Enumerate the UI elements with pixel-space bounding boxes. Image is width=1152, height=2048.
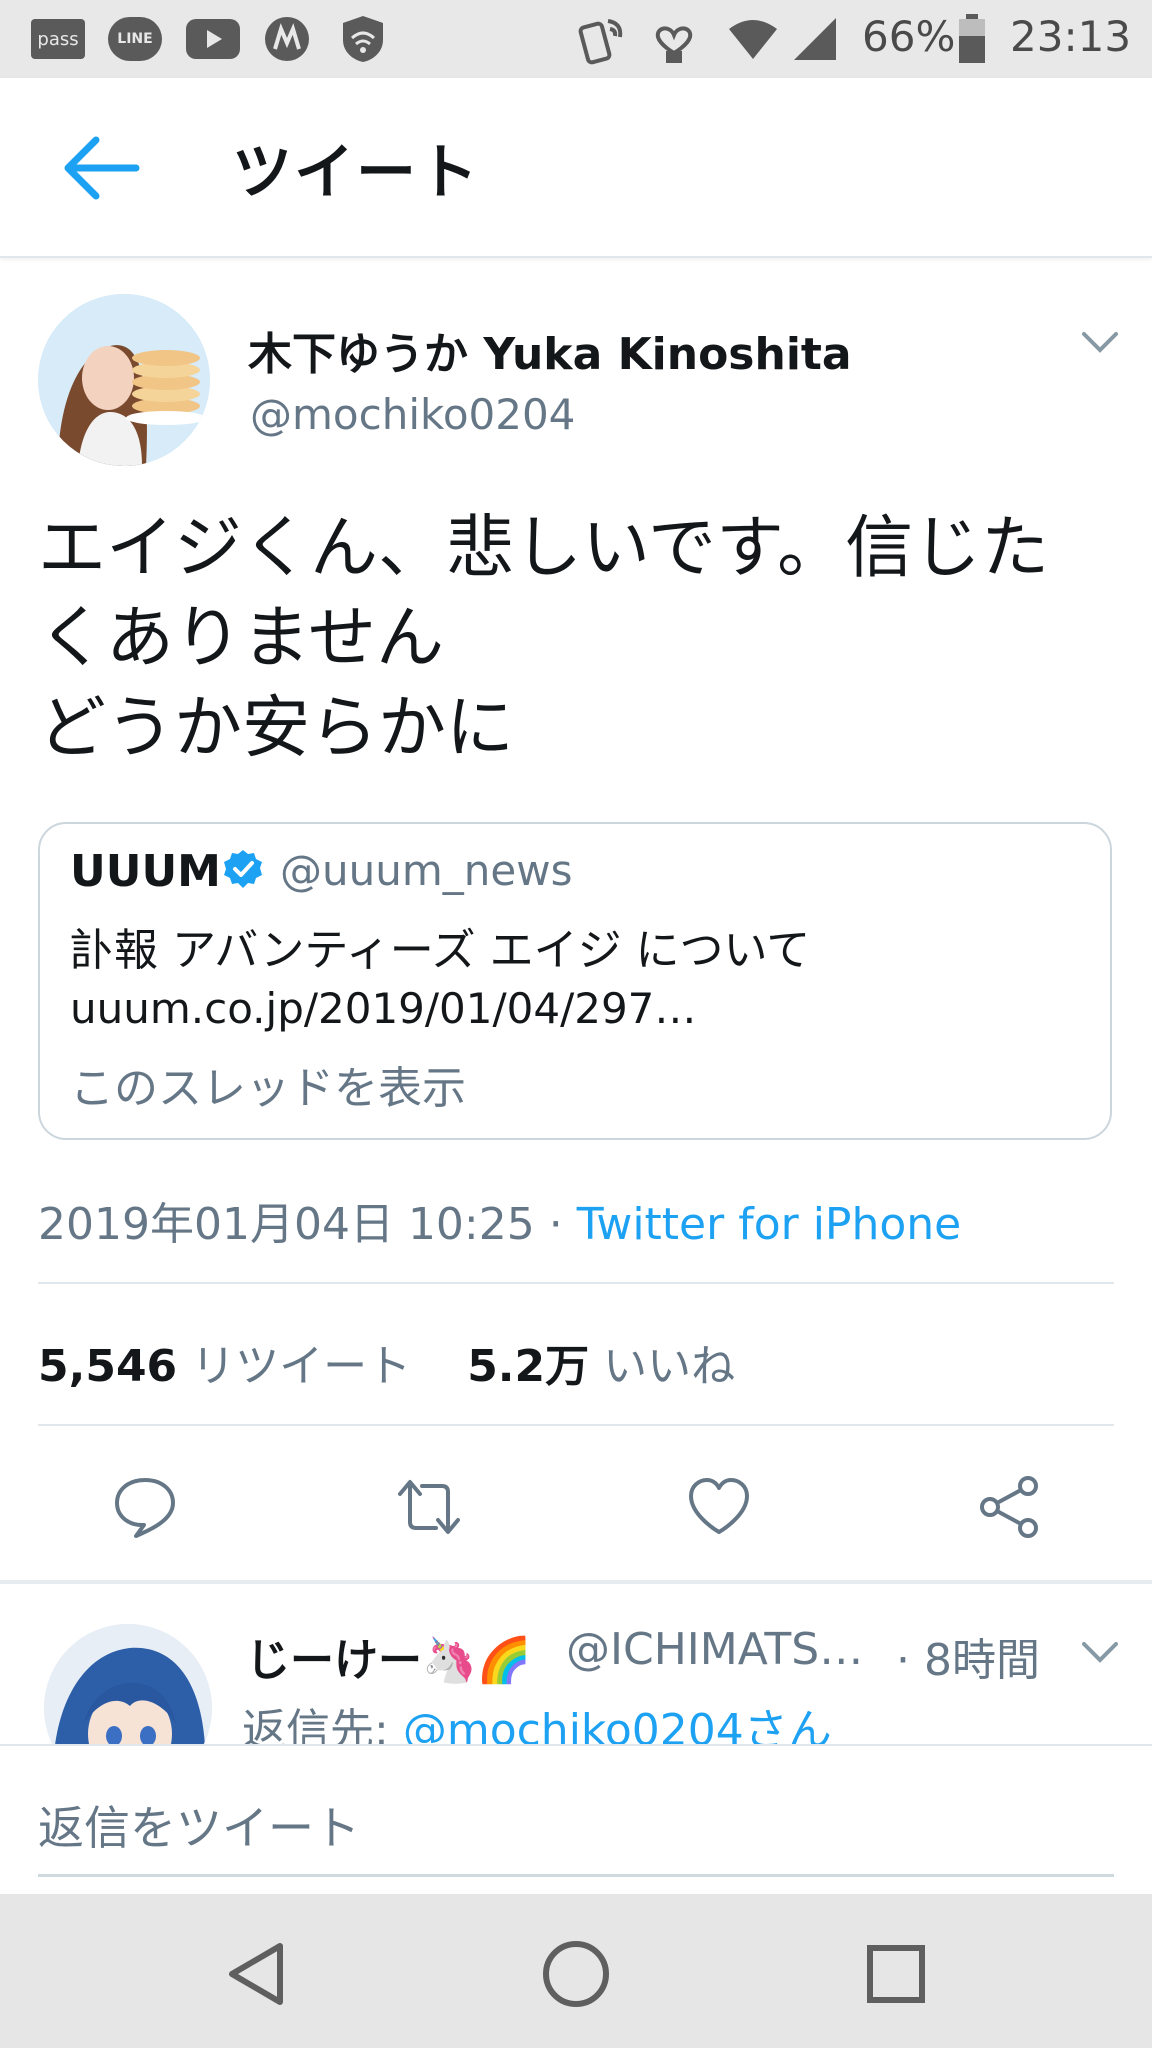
tweet-text-line: くありません: [38, 599, 444, 678]
tweet-source-link[interactable]: Twitter for iPhone: [577, 1199, 961, 1250]
page-title: ツイート: [232, 138, 480, 208]
signal-icon: [790, 14, 840, 64]
m-icon: [262, 14, 312, 64]
chevron-down-icon[interactable]: [1080, 1638, 1120, 1666]
youtube-icon: [184, 14, 242, 64]
divider: [38, 1424, 1114, 1426]
nav-recents-icon[interactable]: [856, 1934, 936, 2014]
tweet-timestamp: 2019年01月04日 10:25: [38, 1199, 535, 1250]
quoted-author-name: UUUM: [70, 846, 221, 897]
tweet-stats: 5,546 リツイート 5.2万 いいね: [38, 1330, 735, 1394]
battery-icon: [956, 14, 988, 64]
nav-home-icon[interactable]: [536, 1934, 616, 2014]
shield-wifi-icon: [336, 14, 390, 64]
reply-input[interactable]: 返信をツイート: [38, 1792, 360, 1858]
share-icon[interactable]: [976, 1474, 1042, 1540]
nav-back-icon[interactable]: [218, 1934, 298, 2014]
tweet-text: エイジくん、悲しいです。信じた くありません どうか安らかに: [38, 504, 1118, 774]
nfc-phone-icon: [574, 14, 634, 65]
chevron-down-icon[interactable]: [1080, 328, 1120, 356]
wifi-icon: [726, 14, 780, 64]
tweet-text-line: エイジくん、悲しいです。信じた: [38, 509, 1050, 588]
show-thread-link[interactable]: このスレッドを表示: [70, 1052, 466, 1116]
author-avatar[interactable]: [38, 294, 210, 466]
like-heart-icon[interactable]: [686, 1474, 752, 1540]
back-arrow-icon[interactable]: [60, 130, 144, 206]
reply-icon[interactable]: [112, 1474, 178, 1540]
app-bar: [0, 78, 1152, 258]
clock: 23:13: [1010, 12, 1132, 61]
like-count[interactable]: 5.2万: [467, 1341, 589, 1392]
author-handle[interactable]: @mochiko0204: [250, 390, 575, 439]
tweet-meta: 2019年01月04日 10:25 · Twitter for iPhone: [38, 1188, 961, 1252]
input-underline: [38, 1874, 1114, 1877]
author-name[interactable]: 木下ゆうか Yuka Kinoshita: [248, 318, 852, 382]
like-label[interactable]: いいね: [603, 1341, 735, 1392]
tweet-text-line: どうか安らかに: [38, 689, 515, 768]
retweet-label[interactable]: リツイート: [191, 1341, 411, 1392]
status-bar: pass LINE 66% 23:13: [0, 0, 1152, 78]
section-divider: [0, 1580, 1152, 1584]
heart-hand-icon: [646, 14, 702, 64]
quoted-author-handle: @uuum_news: [280, 846, 573, 895]
reply-author-name[interactable]: じーけー🦄🌈: [246, 1624, 532, 1688]
battery-percent: 66%: [862, 12, 956, 61]
reply-author-handle[interactable]: @ICHIMATS…: [566, 1624, 863, 1675]
verified-badge-icon: [222, 848, 264, 890]
divider: [38, 1282, 1114, 1284]
quoted-tweet-link[interactable]: uuum.co.jp/2019/01/04/297…: [70, 984, 696, 1033]
quoted-tweet-text: 訃報 アバンティーズ エイジ について: [70, 925, 811, 976]
retweet-count[interactable]: 5,546: [38, 1341, 177, 1392]
pass-icon: pass: [30, 14, 86, 64]
retweet-icon[interactable]: [396, 1474, 462, 1540]
reply-time: · 8時間: [896, 1635, 1040, 1686]
meta-separator: ·: [548, 1199, 563, 1250]
line-icon: LINE: [106, 14, 164, 64]
